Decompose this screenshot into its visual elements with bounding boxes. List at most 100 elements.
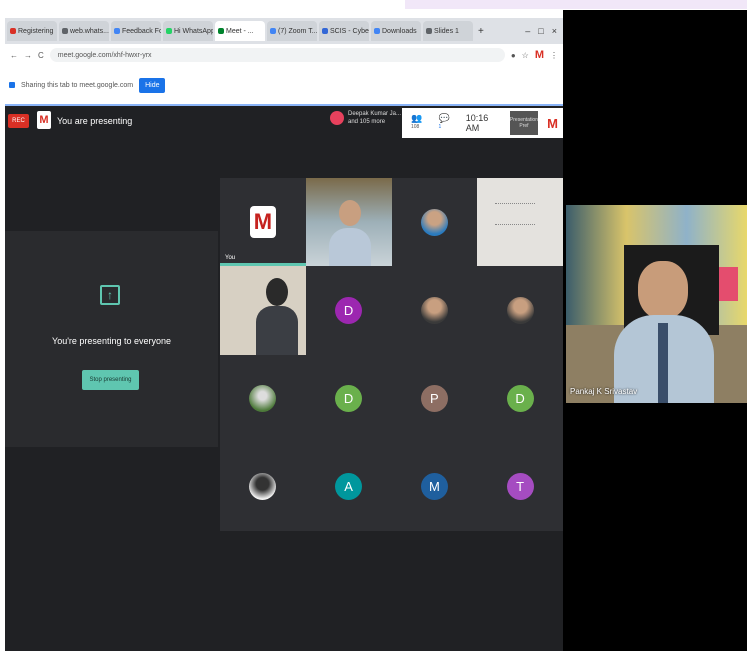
participant-avatar: D bbox=[335, 296, 363, 324]
reload-icon[interactable]: C bbox=[38, 51, 44, 60]
tab-favicon-icon bbox=[270, 28, 276, 34]
forward-icon[interactable]: → bbox=[24, 51, 32, 60]
presenting-card: ↑ You're presenting to everyone Stop pre… bbox=[5, 231, 218, 447]
browser-tab[interactable]: Downloads bbox=[371, 21, 421, 41]
tab-favicon-icon bbox=[114, 28, 120, 34]
presenter-tie bbox=[658, 323, 668, 403]
video-body bbox=[256, 306, 298, 355]
participant-tile[interactable] bbox=[220, 355, 306, 443]
presenter-name: Pankaj K Srivastav bbox=[570, 387, 638, 396]
participant-tile[interactable]: A bbox=[306, 443, 392, 531]
star-icon[interactable]: ☆ bbox=[522, 51, 529, 60]
participant-photo bbox=[506, 296, 534, 324]
extension-icon[interactable]: ● bbox=[511, 51, 516, 60]
tab-favicon-icon bbox=[374, 28, 380, 34]
video-suit bbox=[328, 228, 371, 267]
participant-photo bbox=[420, 296, 448, 324]
browser-tab[interactable]: Meet - ... bbox=[215, 21, 265, 41]
browser-tab[interactable]: Registering bbox=[7, 21, 57, 41]
present-upload-icon: ↑ bbox=[100, 285, 120, 305]
tab-label: (7) Zoom T... bbox=[278, 27, 317, 35]
video-head bbox=[266, 278, 288, 307]
presenting-label: You are presenting bbox=[57, 116, 133, 126]
whiteboard-writing bbox=[495, 203, 536, 225]
chat-icon[interactable]: 💬1 bbox=[439, 113, 452, 134]
url-field[interactable]: meet.google.com/xhf-hwxr-yrx bbox=[49, 48, 505, 62]
tab-label: Hi WhatsApp bbox=[174, 27, 213, 35]
participant-avatar: M bbox=[420, 473, 448, 501]
participant-tile[interactable]: D bbox=[306, 266, 392, 354]
participant-tile[interactable]: M You bbox=[220, 178, 306, 267]
tab-label: SCIS - Cyber bbox=[330, 27, 369, 35]
tab-sharing-bar: Sharing this tab to meet.google.com Hide bbox=[5, 66, 563, 106]
browser-tab[interactable]: Slides 1 bbox=[423, 21, 473, 41]
top-strip bbox=[405, 0, 747, 9]
browser-tab[interactable]: Hi WhatsApp bbox=[163, 21, 213, 41]
participant-photo bbox=[420, 208, 448, 236]
close-button[interactable]: × bbox=[552, 26, 557, 36]
maximize-button[interactable]: □ bbox=[538, 26, 543, 36]
meet-header: REC M You are presenting Deepak Kumar Ja… bbox=[5, 108, 563, 138]
participant-avatar: A bbox=[335, 473, 363, 501]
people-icon[interactable]: 👥108 bbox=[411, 113, 430, 134]
participant-avatar: P bbox=[420, 385, 448, 413]
tab-favicon-icon bbox=[322, 28, 328, 34]
chat-badge: 1 bbox=[438, 123, 442, 130]
browser-tab[interactable]: web.whats... bbox=[59, 21, 109, 41]
gmail-icon[interactable]: M bbox=[535, 49, 544, 61]
tab-favicon-icon bbox=[218, 28, 224, 34]
browser-tab[interactable]: SCIS - Cyber bbox=[319, 21, 369, 41]
tab-label: Downloads bbox=[382, 27, 417, 35]
people-count: 108 bbox=[411, 123, 420, 130]
window-controls: – □ × bbox=[525, 26, 563, 36]
participant-tile[interactable]: D bbox=[477, 355, 563, 443]
self-avatar-logo-icon: M bbox=[249, 206, 276, 239]
browser-tab[interactable]: (7) Zoom T... bbox=[267, 21, 317, 41]
video-poster bbox=[716, 267, 738, 301]
presenter-tag[interactable]: Presentation Pref bbox=[509, 111, 539, 135]
participant-tile[interactable] bbox=[477, 266, 563, 354]
hide-button[interactable]: Hide bbox=[139, 77, 166, 93]
participants-text: Deepak Kumar Ja... and 105 more bbox=[348, 111, 402, 125]
new-tab-button[interactable]: + bbox=[478, 26, 484, 37]
presenter-video: Pankaj K Srivastav bbox=[566, 205, 747, 403]
participant-tile[interactable]: D bbox=[306, 355, 392, 443]
participant-avatar: D bbox=[335, 385, 363, 413]
participant-tile[interactable]: M bbox=[392, 443, 478, 531]
presenter-head bbox=[638, 261, 688, 319]
tab-label: Slides 1 bbox=[434, 27, 459, 35]
participant-tile[interactable] bbox=[477, 178, 563, 267]
tab-favicon-icon bbox=[10, 28, 16, 34]
presenting-message: You're presenting to everyone bbox=[52, 336, 171, 346]
video-person bbox=[338, 200, 361, 226]
participant-tile[interactable] bbox=[392, 266, 478, 354]
meeting-clock: 10:16 AM bbox=[465, 113, 489, 133]
participant-tile[interactable]: P bbox=[392, 355, 478, 443]
participant-avatar: D bbox=[506, 385, 534, 413]
tab-label: Registering bbox=[18, 27, 54, 35]
participant-tile[interactable]: T bbox=[477, 443, 563, 531]
participant-tile[interactable] bbox=[220, 443, 306, 531]
sharing-icon bbox=[9, 82, 15, 88]
tab-label: web.whats... bbox=[70, 27, 109, 35]
tab-label: Feedback Form bbox=[122, 27, 161, 35]
back-icon[interactable]: ← bbox=[10, 51, 18, 60]
participant-tile[interactable] bbox=[305, 178, 392, 267]
extensions: ● ☆ M ⋮ bbox=[511, 49, 558, 61]
stop-presenting-button[interactable]: Stop presenting bbox=[82, 370, 139, 390]
tab-favicon-icon bbox=[62, 28, 68, 34]
participant-tile[interactable] bbox=[220, 266, 306, 355]
minimize-button[interactable]: – bbox=[525, 26, 530, 36]
participant-avatar bbox=[330, 111, 344, 125]
menu-icon[interactable]: ⋮ bbox=[550, 51, 558, 60]
address-bar-row: ← → C meet.google.com/xhf-hwxr-yrx ● ☆ M… bbox=[5, 44, 563, 66]
recording-badge: REC bbox=[8, 114, 29, 128]
tab-label: Meet - ... bbox=[226, 27, 254, 35]
browser-tab[interactable]: Feedback Form bbox=[111, 21, 161, 41]
participant-photo bbox=[249, 385, 277, 413]
browser-tab-bar: Registering web.whats... Feedback Form Hi W… bbox=[5, 18, 563, 44]
gmail-account-icon[interactable]: M bbox=[542, 111, 563, 135]
tab-favicon-icon bbox=[426, 28, 432, 34]
participant-photo bbox=[249, 473, 277, 501]
participant-tile[interactable] bbox=[392, 178, 478, 266]
